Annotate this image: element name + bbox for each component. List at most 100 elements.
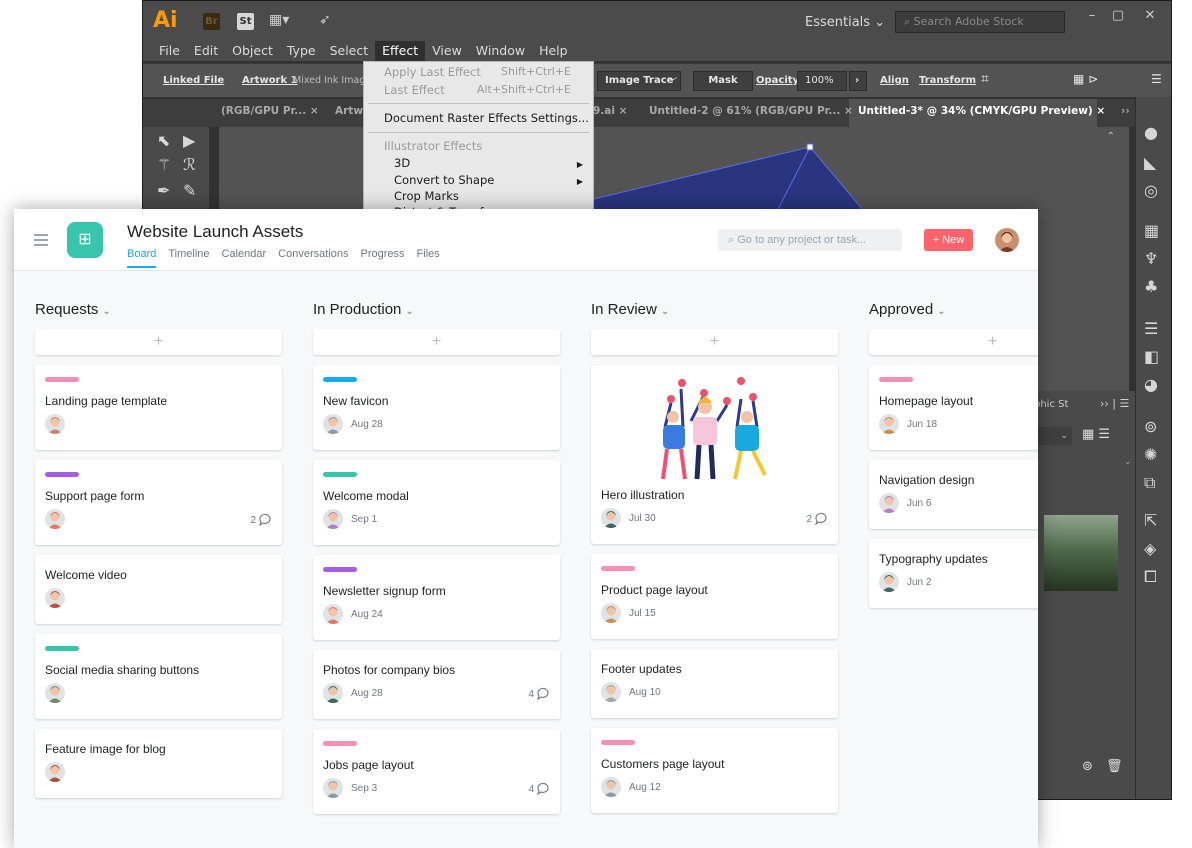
opacity-label[interactable]: Opacity: — [756, 75, 803, 86]
tab-untitled-3[interactable]: Untitled-3* @ 34% (CMYK/GPU Preview) × — [858, 105, 1105, 117]
add-task-button[interactable]: + — [591, 329, 838, 355]
task-title[interactable]: Customers page layout — [601, 757, 724, 771]
task-card[interactable]: Newsletter signup form Aug 24 — [313, 555, 560, 640]
tab-conversations[interactable]: Conversations — [278, 248, 348, 268]
due-date[interactable]: Aug 28 — [351, 688, 383, 699]
assignee-avatar[interactable] — [45, 414, 65, 434]
menu-item-last-effect[interactable]: Last Effect — [384, 83, 445, 97]
tab-files[interactable]: Files — [417, 248, 440, 268]
tab-doc-3[interactable]: 9.ai × — [593, 105, 627, 117]
assignee-avatar[interactable] — [601, 603, 621, 623]
due-date[interactable]: Sep 3 — [351, 783, 377, 794]
artwork-link[interactable]: Artwork 1 — [242, 75, 298, 86]
image-trace-icon[interactable]: ⧉ — [1144, 473, 1155, 493]
due-date[interactable]: Aug 10 — [629, 687, 661, 698]
menu-object[interactable]: Object — [225, 41, 280, 61]
tab-progress[interactable]: Progress — [361, 248, 405, 268]
color-guide-icon[interactable]: ◣ — [1144, 153, 1156, 172]
task-title[interactable]: Homepage layout — [879, 394, 973, 408]
task-card[interactable]: Social media sharing buttons — [35, 634, 282, 719]
lasso-tool-icon[interactable]: ℛ — [183, 155, 196, 174]
task-card[interactable]: Feature image for blog — [35, 729, 282, 798]
due-date[interactable]: Sep 1 — [351, 514, 377, 525]
transparency-icon[interactable]: ◕ — [1144, 375, 1158, 394]
assignee-avatar[interactable] — [601, 508, 621, 528]
workspace-switcher[interactable]: Essentials ⌄ — [805, 15, 885, 30]
gpu-performance-icon[interactable]: ➶ — [319, 12, 331, 28]
menu-icon[interactable]: ☰ — [1151, 72, 1162, 86]
task-title[interactable]: Jobs page layout — [323, 758, 414, 772]
chevron-down-icon[interactable]: ﹀ — [668, 75, 677, 88]
menu-edit[interactable]: Edit — [187, 41, 225, 61]
task-title[interactable]: Product page layout — [601, 583, 708, 597]
magic-wand-tool-icon[interactable]: ⚚ — [157, 155, 171, 174]
task-card[interactable]: Homepage layout Jun 18 — [869, 365, 1038, 450]
arrange-documents-icon[interactable]: ▦▾ — [269, 12, 289, 28]
task-title[interactable]: Typography updates — [879, 552, 988, 566]
links-icon[interactable]: ◎ — [1144, 181, 1158, 200]
trash-icon[interactable]: 🗑 — [1106, 759, 1123, 774]
menu-view[interactable]: View — [425, 41, 469, 61]
stock-badge[interactable]: St — [237, 13, 254, 30]
due-date[interactable]: Aug 24 — [351, 609, 383, 620]
assignee-avatar[interactable] — [323, 509, 343, 529]
transform-link[interactable]: Transform — [919, 75, 976, 86]
add-task-button[interactable]: + — [313, 329, 560, 355]
column-title[interactable]: In Review ⌄ — [591, 301, 838, 329]
menu-effect[interactable]: Effect — [375, 41, 426, 61]
task-card[interactable]: Support page form 2 — [35, 460, 282, 545]
menu-item-raster-settings[interactable]: Document Raster Effects Settings... — [384, 111, 589, 125]
menu-select[interactable]: Select — [323, 41, 376, 61]
task-card[interactable]: Hero illustration Jul 30 2 — [591, 365, 838, 544]
search-input[interactable]: ⌕ Go to any project or task... — [718, 229, 902, 251]
task-card[interactable]: Product page layout Jul 15 — [591, 554, 838, 639]
tabs-overflow-icon[interactable]: ›› — [1121, 105, 1130, 117]
due-date[interactable]: Jul 15 — [629, 608, 656, 619]
task-title[interactable]: Photos for company bios — [323, 663, 455, 677]
menu-item-3d[interactable]: 3D — [394, 156, 410, 170]
user-avatar[interactable] — [995, 228, 1019, 252]
menu-window[interactable]: Window — [469, 41, 532, 61]
assignee-avatar[interactable] — [45, 683, 65, 703]
add-task-button[interactable]: + — [869, 329, 1038, 355]
hamburger-menu-icon[interactable] — [34, 234, 48, 249]
task-title[interactable]: Welcome video — [45, 568, 127, 582]
minimize-icon[interactable]: – — [1079, 5, 1105, 27]
task-title[interactable]: Support page form — [45, 489, 144, 503]
task-card[interactable]: Photos for company bios Aug 28 4 — [313, 650, 560, 719]
add-task-button[interactable]: + — [35, 329, 282, 355]
menu-item-convert-to-shape[interactable]: Convert to Shape — [394, 173, 494, 187]
assignee-avatar[interactable] — [879, 414, 899, 434]
tab-untitled-2[interactable]: Untitled-2 @ 61% (RGB/GPU Pr... × — [649, 105, 853, 117]
assignee-avatar[interactable] — [323, 778, 343, 798]
grid-icon[interactable]: ▦ ⊳ — [1073, 72, 1098, 86]
task-title[interactable]: New favicon — [323, 394, 388, 408]
task-card[interactable]: Footer updates Aug 10 — [591, 649, 838, 718]
export-icon[interactable]: ⇱ — [1144, 511, 1157, 530]
align-link[interactable]: Align — [880, 75, 909, 86]
task-card[interactable]: Typography updates Jun 2 — [869, 539, 1038, 608]
assignee-avatar[interactable] — [323, 604, 343, 624]
column-title[interactable]: Requests ⌄ — [35, 301, 282, 329]
column-title[interactable]: Approved ⌄ — [869, 301, 1038, 329]
due-date[interactable]: Jun 2 — [907, 577, 931, 588]
due-date[interactable]: Aug 28 — [351, 419, 383, 430]
new-button[interactable]: + New — [924, 229, 973, 251]
stroke-icon[interactable]: ☰ — [1144, 319, 1158, 338]
mask-button[interactable]: Mask — [693, 71, 753, 91]
creative-cloud-icon[interactable]: ⊚ — [1082, 759, 1093, 774]
task-title[interactable]: Welcome modal — [323, 489, 409, 503]
task-title[interactable]: Social media sharing buttons — [45, 663, 199, 677]
tab-calendar[interactable]: Calendar — [222, 248, 267, 268]
stock-search-input[interactable]: ⌕ Search Adobe Stock — [895, 11, 1065, 33]
scroll-up-icon[interactable]: ⌃ — [1107, 131, 1115, 142]
artwork-triangle[interactable] — [219, 127, 1129, 217]
task-title[interactable]: Hero illustration — [601, 488, 684, 502]
tab-doc-1[interactable]: (RGB/GPU Pr... × — [221, 105, 319, 117]
curvature-tool-icon[interactable]: ✎ — [183, 181, 196, 200]
symbols-icon[interactable]: ♣ — [1144, 277, 1158, 296]
gradient-icon[interactable]: ◧ — [1144, 347, 1159, 366]
opacity-field[interactable]: 100% — [797, 71, 847, 91]
tab-timeline[interactable]: Timeline — [168, 248, 209, 268]
direct-selection-tool-icon[interactable]: ▶ — [183, 131, 195, 150]
